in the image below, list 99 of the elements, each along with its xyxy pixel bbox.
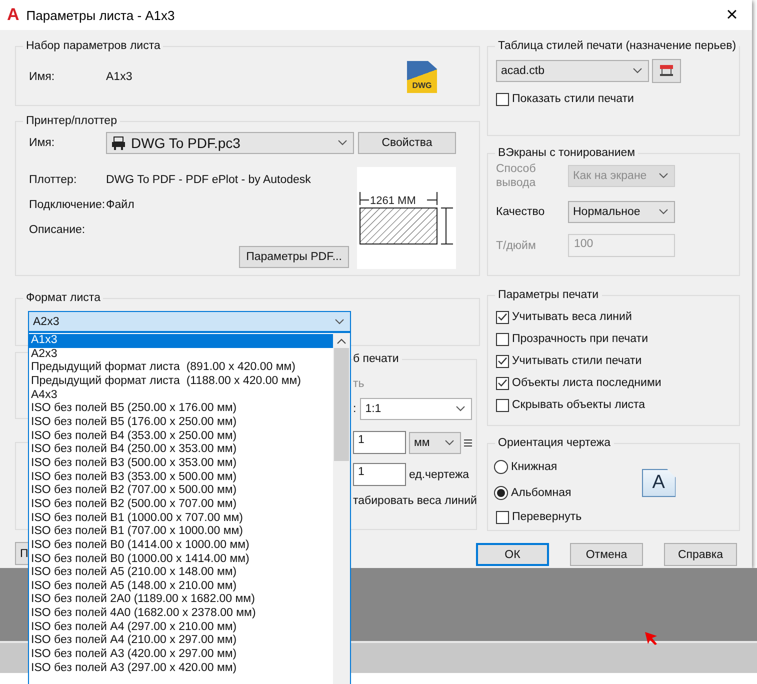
group-title: Набор параметров листа (25, 39, 162, 53)
dropdown-option[interactable]: ISO без полей B4 (250.00 x 353.00 мм) (29, 443, 239, 457)
equals-icon (464, 438, 472, 446)
chevron-icon (456, 406, 466, 412)
chevron-icon (659, 173, 668, 179)
option-label: ть (353, 378, 366, 392)
dwg-file-icon: DWG (407, 61, 437, 93)
table-edit-icon (659, 64, 674, 78)
scrollbar-thumb[interactable] (334, 348, 349, 461)
field-label: Подключение: (29, 198, 106, 210)
group-title: б печати (353, 352, 400, 366)
field-value: A1x3 (106, 71, 132, 83)
checkbox[interactable] (496, 92, 509, 106)
dropdown-option[interactable]: ISO без полей B2 (500.00 x 707.00 мм) (29, 498, 239, 512)
checkbox[interactable] (496, 310, 509, 324)
field-label: Описание: (29, 224, 86, 236)
radio-button[interactable] (494, 460, 508, 474)
chevron-icon (335, 318, 344, 324)
cursor-icon (645, 632, 659, 646)
chevron-icon (633, 68, 642, 74)
dialog-button[interactable]: ОК (476, 543, 549, 566)
window-title: Параметры листа - A1x3 (26, 8, 175, 22)
dropdown-option[interactable]: ISO без полей B3 (500.00 x 353.00 мм) (29, 456, 239, 471)
field-label: Т/дюйм (496, 238, 537, 252)
close-button[interactable]: × (712, 0, 752, 30)
field-label: Имя: (29, 137, 56, 149)
dialog-button[interactable]: Отмена (570, 543, 643, 566)
scale-select[interactable]: 1:1 (360, 398, 472, 420)
dropdown-option[interactable]: Предыдущий формат листа (1188.00 x 420.00 мм) (29, 374, 304, 389)
group-title: Таблица стилей печати (назначение перьев) (497, 39, 738, 53)
checkbox[interactable] (496, 376, 509, 390)
dropdown-option[interactable]: ISO без полей B0 (1414.00 x 1000.00 мм) (29, 538, 252, 552)
checkbox-label: Учитывать веса линий (512, 311, 632, 323)
checkbox[interactable] (496, 398, 509, 412)
dropdown-option[interactable]: ISO без полей B2 (707.00 x 500.00 мм) (29, 484, 239, 498)
dropdown-option[interactable]: ISO без полей A5 (148.00 x 210.00 мм) (29, 580, 239, 594)
paper-preview-drawing: 1261 MM (357, 167, 456, 269)
dropdown-option[interactable]: ISO без полей 2A0 (1189.00 x 1682.00 мм) (29, 593, 257, 608)
orientation-page-icon: A (642, 469, 676, 497)
chevron-icon (445, 440, 454, 446)
dropdown-option[interactable]: ISO без полей B5 (176.00 x 250.00 мм) (29, 416, 239, 430)
paper-size-select[interactable]: A2x3 (28, 311, 351, 332)
dropdown-option[interactable]: A4x3 (29, 388, 60, 402)
checkbox-label: Прозрачность при печати (512, 333, 648, 345)
checkbox-label: Учитывать стили печати (512, 355, 642, 367)
checkbox-label: Перевернуть (512, 511, 582, 523)
properties-button[interactable]: Свойства (358, 132, 456, 154)
field-value: DWG To PDF - PDF ePlot - by Autodesk (106, 174, 311, 186)
dropdown-option[interactable]: ISO без полей 4A0 (1682.00 x 2378.00 мм) (29, 607, 258, 621)
scroll-up-icon[interactable] (337, 338, 346, 344)
group-title: ВЭкраны с тонированием (497, 146, 636, 160)
field-label: : (353, 403, 356, 415)
scrollbar[interactable] (333, 333, 350, 684)
checkbox[interactable] (496, 332, 509, 346)
checkbox-label: Объекты листа последними (512, 377, 662, 389)
dropdown-option[interactable]: ISO без полей B0 (1000.00 x 1414.00 мм) (29, 552, 252, 566)
option-select[interactable]: Нормальное (568, 201, 675, 223)
field-label: Качество (496, 205, 546, 219)
edit-style-button[interactable] (652, 59, 681, 83)
checkbox-label: Скрывать объекты листа (512, 399, 646, 411)
checkbox[interactable] (496, 510, 509, 524)
printer-select[interactable]: DWG To PDF.pc3 (106, 132, 354, 154)
dropdown-option[interactable]: A2x3 (29, 348, 60, 362)
group-title: Параметры печати (497, 288, 600, 302)
group-title: Принтер/плоттер (25, 114, 118, 128)
field-value: Файл (106, 198, 134, 210)
dropdown-option[interactable]: ISO без полей A3 (420.00 x 297.00 мм) (29, 648, 239, 662)
radio-label: Альбомная (511, 487, 572, 499)
group-title: Формат листа (25, 291, 102, 305)
chevron-icon (338, 140, 347, 146)
number-field[interactable]: 1 (353, 431, 406, 454)
dropdown-option[interactable]: ISO без полей B1 (1000.00 x 707.00 мм) (29, 512, 245, 526)
field-label: Способ вывода (496, 162, 537, 190)
unit-select[interactable]: мм (409, 432, 461, 454)
radio-button[interactable] (494, 486, 508, 500)
dropdown-option[interactable]: ISO без полей B1 (707.00 x 1000.00 мм) (29, 525, 245, 539)
plotter-icon (111, 136, 126, 150)
dropdown-option[interactable]: ISO без полей B4 (353.00 x 250.00 мм) (29, 430, 239, 444)
dropdown-option[interactable]: Предыдущий формат листа (891.00 x 420.00 мм) (29, 361, 298, 375)
number-field[interactable]: 1 (353, 463, 406, 486)
pdf-options-button[interactable]: Параметры PDF... (239, 246, 349, 268)
checkbox[interactable] (496, 354, 509, 368)
dropdown-option[interactable]: ISO без полей A3 (297.00 x 420.00 мм) (29, 662, 239, 676)
radio-label: Книжная (511, 461, 558, 473)
dropdown-option[interactable]: ISO без полей B5 (250.00 x 176.00 мм) (29, 402, 239, 416)
dropdown-option[interactable]: ISO без полей A4 (210.00 x 297.00 мм) (29, 634, 239, 648)
dropdown-option[interactable]: ISO без полей A5 (210.00 x 148.00 мм) (29, 566, 239, 580)
dropdown-option[interactable]: ISO без полей A4 (297.00 x 210.00 мм) (29, 620, 239, 634)
plot-style-select[interactable]: acad.ctb (496, 60, 649, 82)
field-label: ед.чертежа (409, 468, 470, 480)
checkbox-label: Показать стили печати (512, 93, 634, 105)
chevron-icon (659, 209, 668, 215)
field-label: Имя: (29, 71, 56, 83)
group-title: Ориентация чертежа (497, 436, 612, 450)
field-label: Плоттер: (29, 174, 78, 186)
dropdown-option[interactable]: ISO без полей B3 (353.00 x 500.00 мм) (29, 470, 239, 484)
dialog-button[interactable]: Справка (664, 543, 737, 566)
dropdown-option[interactable]: A1x3 (29, 334, 333, 348)
app-logo: A (7, 6, 20, 24)
